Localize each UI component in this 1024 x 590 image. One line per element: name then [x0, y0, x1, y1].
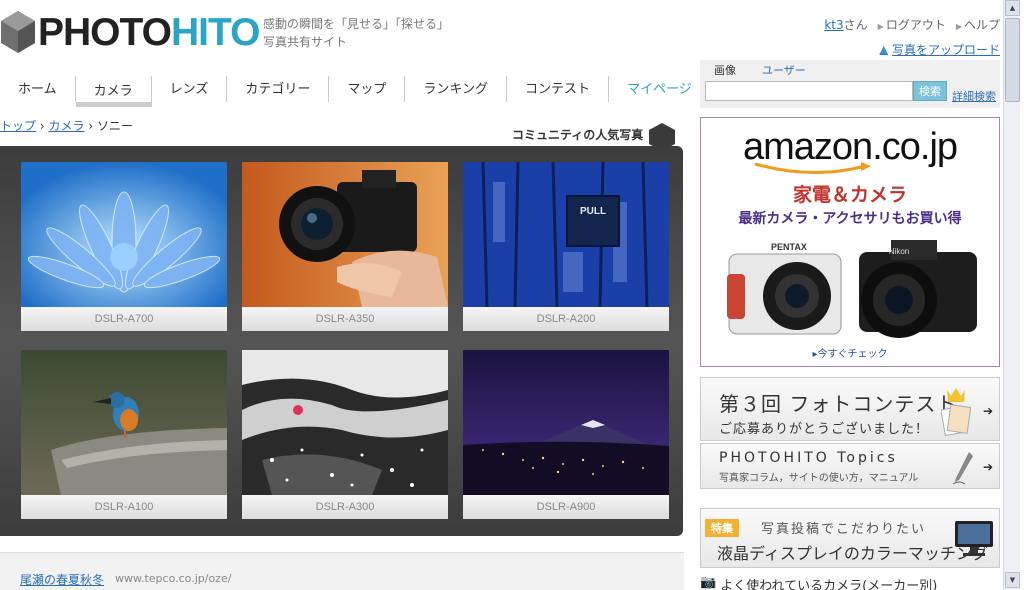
photo-card[interactable]: DSLR-A900 — [463, 350, 669, 519]
photo-caption[interactable]: DSLR-A350 — [242, 307, 448, 331]
ad-link[interactable]: 尾瀬の春夏秋冬 — [20, 571, 104, 588]
photo-kingfisher — [21, 350, 227, 495]
amazon-ad-banner[interactable]: amazon.co.jp 家電＆カメラ 最新カメラ・アクセサリもお買い得 PEN… — [700, 117, 1000, 367]
breadcrumb-sep: › — [39, 119, 45, 133]
photo-caption[interactable]: DSLR-A900 — [463, 495, 669, 519]
upload-photo-link[interactable]: ▲ 写真をアップロード — [880, 41, 1000, 58]
photo-card[interactable]: DSLR-A300 — [242, 350, 448, 519]
search-button[interactable]: 検索 — [913, 81, 947, 101]
popular-cameras-heading: 📷 よく使われているカメラ(メーカー別) — [700, 575, 937, 590]
nav-contest[interactable]: コンテスト — [507, 76, 610, 102]
topics-title: PHOTOHITO Topics — [719, 450, 898, 466]
upload-arrow-icon: ▲ — [879, 43, 888, 56]
search-tab-user[interactable]: ユーザー — [762, 62, 806, 78]
topics-subtitle: 写真家コラム，サイトの使い方，マニュアル — [719, 473, 919, 484]
page: PHOTO HITO 感動の瞬間を「見せる」「探せる」 写真共有サイト kt3さ… — [0, 0, 1024, 590]
arrow-right-icon: ➔ — [982, 460, 993, 474]
triangle-right-icon: ▶ — [955, 22, 962, 31]
logo-hito-text: HITO — [170, 10, 260, 54]
breadcrumb-camera[interactable]: カメラ — [48, 119, 84, 133]
user-greeting: kt3さん — [824, 16, 867, 33]
special-line2: 液晶ディスプレイのカラーマッチング — [717, 544, 988, 563]
photo-snowy-branches — [242, 350, 448, 495]
nav-lens[interactable]: レンズ — [152, 76, 228, 102]
photo-caption[interactable]: DSLR-A200 — [463, 307, 669, 331]
special-feature-banner[interactable]: 特集 写真投稿でこだわりたい 液晶ディスプレイのカラーマッチング — [700, 508, 1000, 568]
photo-stack-icon — [941, 388, 971, 437]
breadcrumb-sep: › — [88, 119, 94, 133]
pen-icon — [952, 452, 973, 485]
photo-blue-door: PULL — [463, 162, 669, 307]
help-link[interactable]: ヘルプ — [964, 18, 1000, 32]
amazon-check-label: 今すぐチェック — [817, 349, 888, 360]
contest-banner[interactable]: 第３回 フォトコンテスト ご応募ありがとうございました！ ➔ — [700, 377, 1000, 441]
breadcrumb-current: ソニー — [96, 119, 133, 133]
photo-card[interactable]: PULL DSLR-A200 — [463, 162, 669, 331]
camera-product-image: PENTAX Nikon — [727, 240, 977, 338]
help-link-wrap: ▶ ヘルプ — [956, 16, 1000, 33]
photo-blue-lotus — [21, 162, 227, 307]
nav-category[interactable]: カテゴリー — [227, 76, 330, 102]
arrow-right-icon: ➔ — [982, 404, 993, 418]
photo-card[interactable]: DSLR-A700 — [21, 162, 227, 331]
photo-hand-camera — [242, 162, 448, 307]
photo-mount-fuji-night — [463, 350, 669, 495]
upload-label: 写真をアップロード — [891, 43, 1000, 57]
logo-photo-text: PHOTO — [38, 10, 172, 54]
san-suffix: さん — [843, 18, 868, 32]
brand-label-right: Nikon — [889, 247, 909, 256]
pull-sign-text: PULL — [580, 206, 606, 217]
scroll-down-button[interactable]: ▼ — [1005, 572, 1020, 588]
main-nav: ホーム カメラ レンズ カテゴリー マップ ランキング コンテスト マイページ — [0, 76, 710, 107]
nav-ranking[interactable]: ランキング — [405, 76, 508, 102]
search-tab-image[interactable]: 画像 — [714, 62, 736, 78]
photo-card[interactable]: DSLR-A350 — [242, 162, 448, 331]
amazon-smile-icon — [754, 162, 871, 175]
photo-grid-panel: DSLR-A700 DSLR-A350 PULL DSLR-A200 DSLR-… — [0, 146, 683, 536]
popular-cameras-label: よく使われているカメラ(メーカー別) — [720, 579, 938, 590]
scroll-up-button[interactable]: ▲ — [1005, 0, 1020, 16]
amazon-headline: 家電＆カメラ — [792, 184, 907, 206]
tagline-line1: 感動の瞬間を「見せる」「探せる」 — [263, 17, 450, 31]
nav-home[interactable]: ホーム — [0, 76, 76, 102]
logout-link-wrap: ▶ ログアウト — [878, 16, 946, 33]
special-tag: 特集 — [705, 519, 739, 537]
nav-mypage[interactable]: マイページ — [609, 76, 710, 102]
breadcrumb-top[interactable]: トップ — [0, 119, 36, 133]
user-links: kt3さん ▶ ログアウト ▶ ヘルプ — [824, 16, 1000, 33]
nav-camera[interactable]: カメラ — [75, 76, 152, 107]
contest-title: 第３回 フォトコンテスト — [719, 392, 958, 416]
contest-subtitle: ご応募ありがとうございました！ — [719, 422, 930, 437]
monitor-icon — [955, 521, 993, 556]
tagline: 感動の瞬間を「見せる」「探せる」 写真共有サイト — [263, 15, 449, 51]
nav-map[interactable]: マップ — [329, 76, 406, 102]
site-logo[interactable]: PHOTO HITO — [0, 6, 260, 58]
topics-banner[interactable]: PHOTOHITO Topics 写真家コラム，サイトの使い方，マニュアル ➔ — [700, 443, 1000, 489]
camera-icon: 📷 — [700, 575, 717, 590]
logout-link[interactable]: ログアウト — [886, 18, 946, 32]
hexagon-logo-icon — [1, 11, 35, 53]
advanced-search-link[interactable]: 詳細検索 — [952, 88, 996, 104]
username-link[interactable]: kt3 — [824, 18, 843, 32]
photo-caption[interactable]: DSLR-A700 — [21, 307, 227, 331]
amazon-check-link[interactable]: ▸今すぐチェック — [701, 345, 999, 360]
community-photos-title: コミュニティの人気写真 — [512, 128, 644, 142]
triangle-right-icon: ▶ — [877, 22, 884, 31]
brand-label-left: PENTAX — [771, 242, 807, 252]
photo-caption[interactable]: DSLR-A300 — [242, 495, 448, 519]
vertical-scrollbar[interactable]: ▲ ▼ — [1003, 0, 1020, 590]
search-tabs: 画像 ユーザー — [714, 62, 806, 78]
search-input[interactable] — [705, 81, 913, 101]
tagline-line2: 写真共有サイト — [263, 35, 348, 49]
breadcrumb: トップ › カメラ › ソニー — [0, 117, 133, 134]
ad-url: www.tepco.co.jp/oze/ — [115, 572, 232, 585]
photo-caption[interactable]: DSLR-A100 — [21, 495, 227, 519]
scroll-thumb[interactable] — [1005, 18, 1020, 102]
photo-card[interactable]: DSLR-A100 — [21, 350, 227, 519]
amazon-subhead: 最新カメラ・アクセサリもお買い得 — [738, 211, 962, 227]
special-line1: 写真投稿でこだわりたい — [761, 522, 927, 537]
